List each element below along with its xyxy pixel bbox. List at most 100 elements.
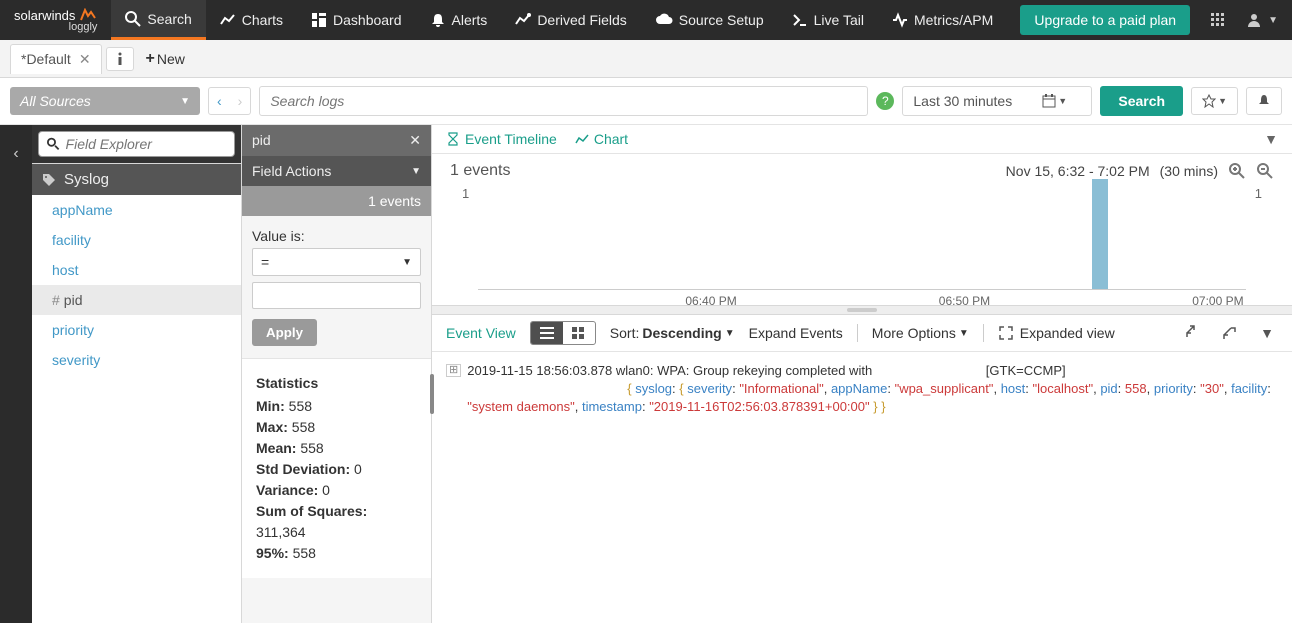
terminal-icon (792, 12, 808, 28)
field-group-syslog[interactable]: Syslog (32, 164, 241, 195)
expand-row-icon[interactable]: ⊞ (446, 364, 461, 377)
field-explorer-input[interactable] (66, 136, 226, 152)
list-icon (539, 326, 555, 340)
more-options-dropdown[interactable]: More Options ▼ (872, 325, 969, 341)
chart-line-icon (220, 12, 236, 28)
grid-icon (571, 326, 587, 340)
value-is-label: Value is: (252, 228, 421, 244)
search-icon (47, 137, 60, 151)
event-view-link[interactable]: Event View (446, 325, 516, 341)
cloud-icon (655, 13, 673, 27)
chevron-down-icon: ▼ (180, 96, 190, 107)
chevron-down-icon: ▼ (411, 166, 421, 177)
calendar-icon (1042, 94, 1056, 108)
brand-logo: solarwinds loggly (0, 0, 111, 40)
stat-std: Std Deviation: 0 (256, 459, 417, 480)
close-icon[interactable]: ✕ (409, 132, 421, 149)
user-menu[interactable]: ▼ (1236, 12, 1292, 28)
stat-min: Min: 558 (256, 396, 417, 417)
timeline-chart[interactable]: 1 1 06:40 PM 06:50 PM 07:00 PM (432, 180, 1292, 305)
search-input[interactable] (259, 86, 868, 116)
field-host[interactable]: host (32, 255, 241, 285)
field-pid[interactable]: pid (32, 285, 241, 315)
chart-bar[interactable] (1092, 179, 1108, 289)
nav-charts[interactable]: Charts (206, 0, 297, 40)
help-icon[interactable]: ? (876, 92, 894, 110)
info-icon (115, 52, 125, 66)
nav-source-setup[interactable]: Source Setup (641, 0, 778, 40)
tab-chart[interactable]: Chart (575, 131, 628, 147)
hourglass-icon (446, 132, 460, 146)
close-icon[interactable]: ✕ (79, 51, 91, 68)
stat-sos: Sum of Squares: 311,364 (256, 501, 417, 543)
add-tab-button[interactable]: +New (138, 46, 193, 72)
share-icon[interactable] (1180, 321, 1204, 345)
sources-dropdown[interactable]: All Sources ▼ (10, 87, 200, 115)
bell-icon (1257, 94, 1271, 108)
sort-dropdown[interactable]: Sort: Descending ▼ (610, 325, 735, 341)
history-nav: ‹ › (208, 87, 251, 115)
user-icon (1246, 12, 1262, 28)
nav-dashboard[interactable]: Dashboard (297, 0, 416, 40)
zoom-out-icon[interactable] (1256, 162, 1274, 180)
timeline-summary: 1 events (450, 162, 510, 180)
nav-derived-fields[interactable]: Derived Fields (501, 0, 640, 40)
expand-events-dropdown[interactable]: Expand Events (749, 325, 843, 341)
collapse-sidebar-icon[interactable]: ‹ (13, 145, 18, 163)
chevron-down-icon: ▼ (402, 257, 412, 268)
stats-title: Statistics (256, 373, 417, 394)
zoom-in-icon[interactable] (1228, 162, 1246, 180)
tab-default[interactable]: *Default ✕ (10, 44, 102, 74)
expanded-view-toggle[interactable]: Expanded view (998, 325, 1115, 341)
tab-event-timeline[interactable]: Event Timeline (446, 131, 557, 147)
operator-select[interactable]: = ▼ (252, 248, 421, 276)
history-back[interactable]: ‹ (209, 88, 230, 114)
notifications-button[interactable] (1246, 87, 1282, 115)
search-button[interactable]: Search (1100, 86, 1183, 116)
resize-handle[interactable] (430, 374, 434, 414)
log-row[interactable]: ⊞ 2019-11-15 18:56:03.878 wlan0: WPA: Gr… (446, 362, 1278, 417)
stat-p95: 95%: 558 (256, 543, 417, 564)
search-icon (125, 11, 141, 27)
export-icon[interactable] (1218, 321, 1242, 345)
nav-alerts[interactable]: Alerts (416, 0, 502, 40)
nav-metrics-apm[interactable]: Metrics/APM (878, 0, 1007, 40)
time-range-picker[interactable]: Last 30 minutes ▼ (902, 86, 1092, 116)
field-appname[interactable]: appName (32, 195, 241, 225)
derived-icon (515, 12, 531, 28)
pulse-icon (892, 12, 908, 28)
stat-max: Max: 558 (256, 417, 417, 438)
field-priority[interactable]: priority (32, 315, 241, 345)
chart-x-axis: 06:40 PM 06:50 PM 07:00 PM (478, 294, 1246, 310)
dashboard-icon (311, 12, 327, 28)
more-menu[interactable]: ▼ (1256, 321, 1278, 345)
grid-view-button[interactable] (563, 322, 595, 344)
nav-live-tail[interactable]: Live Tail (778, 0, 878, 40)
stat-var: Variance: 0 (256, 480, 417, 501)
field-severity[interactable]: severity (32, 345, 241, 375)
field-actions-dropdown[interactable]: Field Actions ▼ (242, 156, 431, 186)
field-facility[interactable]: facility (32, 225, 241, 255)
tab-info-button[interactable] (106, 47, 134, 71)
stat-mean: Mean: 558 (256, 438, 417, 459)
filter-event-count: 1 events (242, 186, 431, 216)
chart-line-icon (575, 132, 589, 146)
apply-button[interactable]: Apply (252, 319, 317, 346)
list-view-button[interactable] (531, 322, 563, 344)
apps-grid-icon[interactable] (1200, 12, 1236, 28)
view-mode-toggle (530, 321, 596, 345)
star-icon (1202, 94, 1216, 108)
tag-icon (42, 173, 56, 187)
log-body: 2019-11-15 18:56:03.878 wlan0: WPA: Grou… (467, 362, 1278, 417)
history-forward[interactable]: › (230, 88, 251, 114)
filter-title: pid ✕ (242, 125, 431, 156)
favorite-button[interactable]: ▼ (1191, 87, 1238, 115)
expand-icon (998, 325, 1014, 341)
timeline-collapse[interactable]: ▼ (1264, 131, 1278, 147)
upgrade-button[interactable]: Upgrade to a paid plan (1020, 5, 1190, 35)
timeline-duration: (30 mins) (1160, 163, 1218, 179)
nav-search[interactable]: Search (111, 0, 205, 40)
filter-value-input[interactable] (252, 282, 421, 309)
bell-icon (430, 12, 446, 28)
timeline-range: Nov 15, 6:32 - 7:02 PM (1006, 163, 1150, 179)
